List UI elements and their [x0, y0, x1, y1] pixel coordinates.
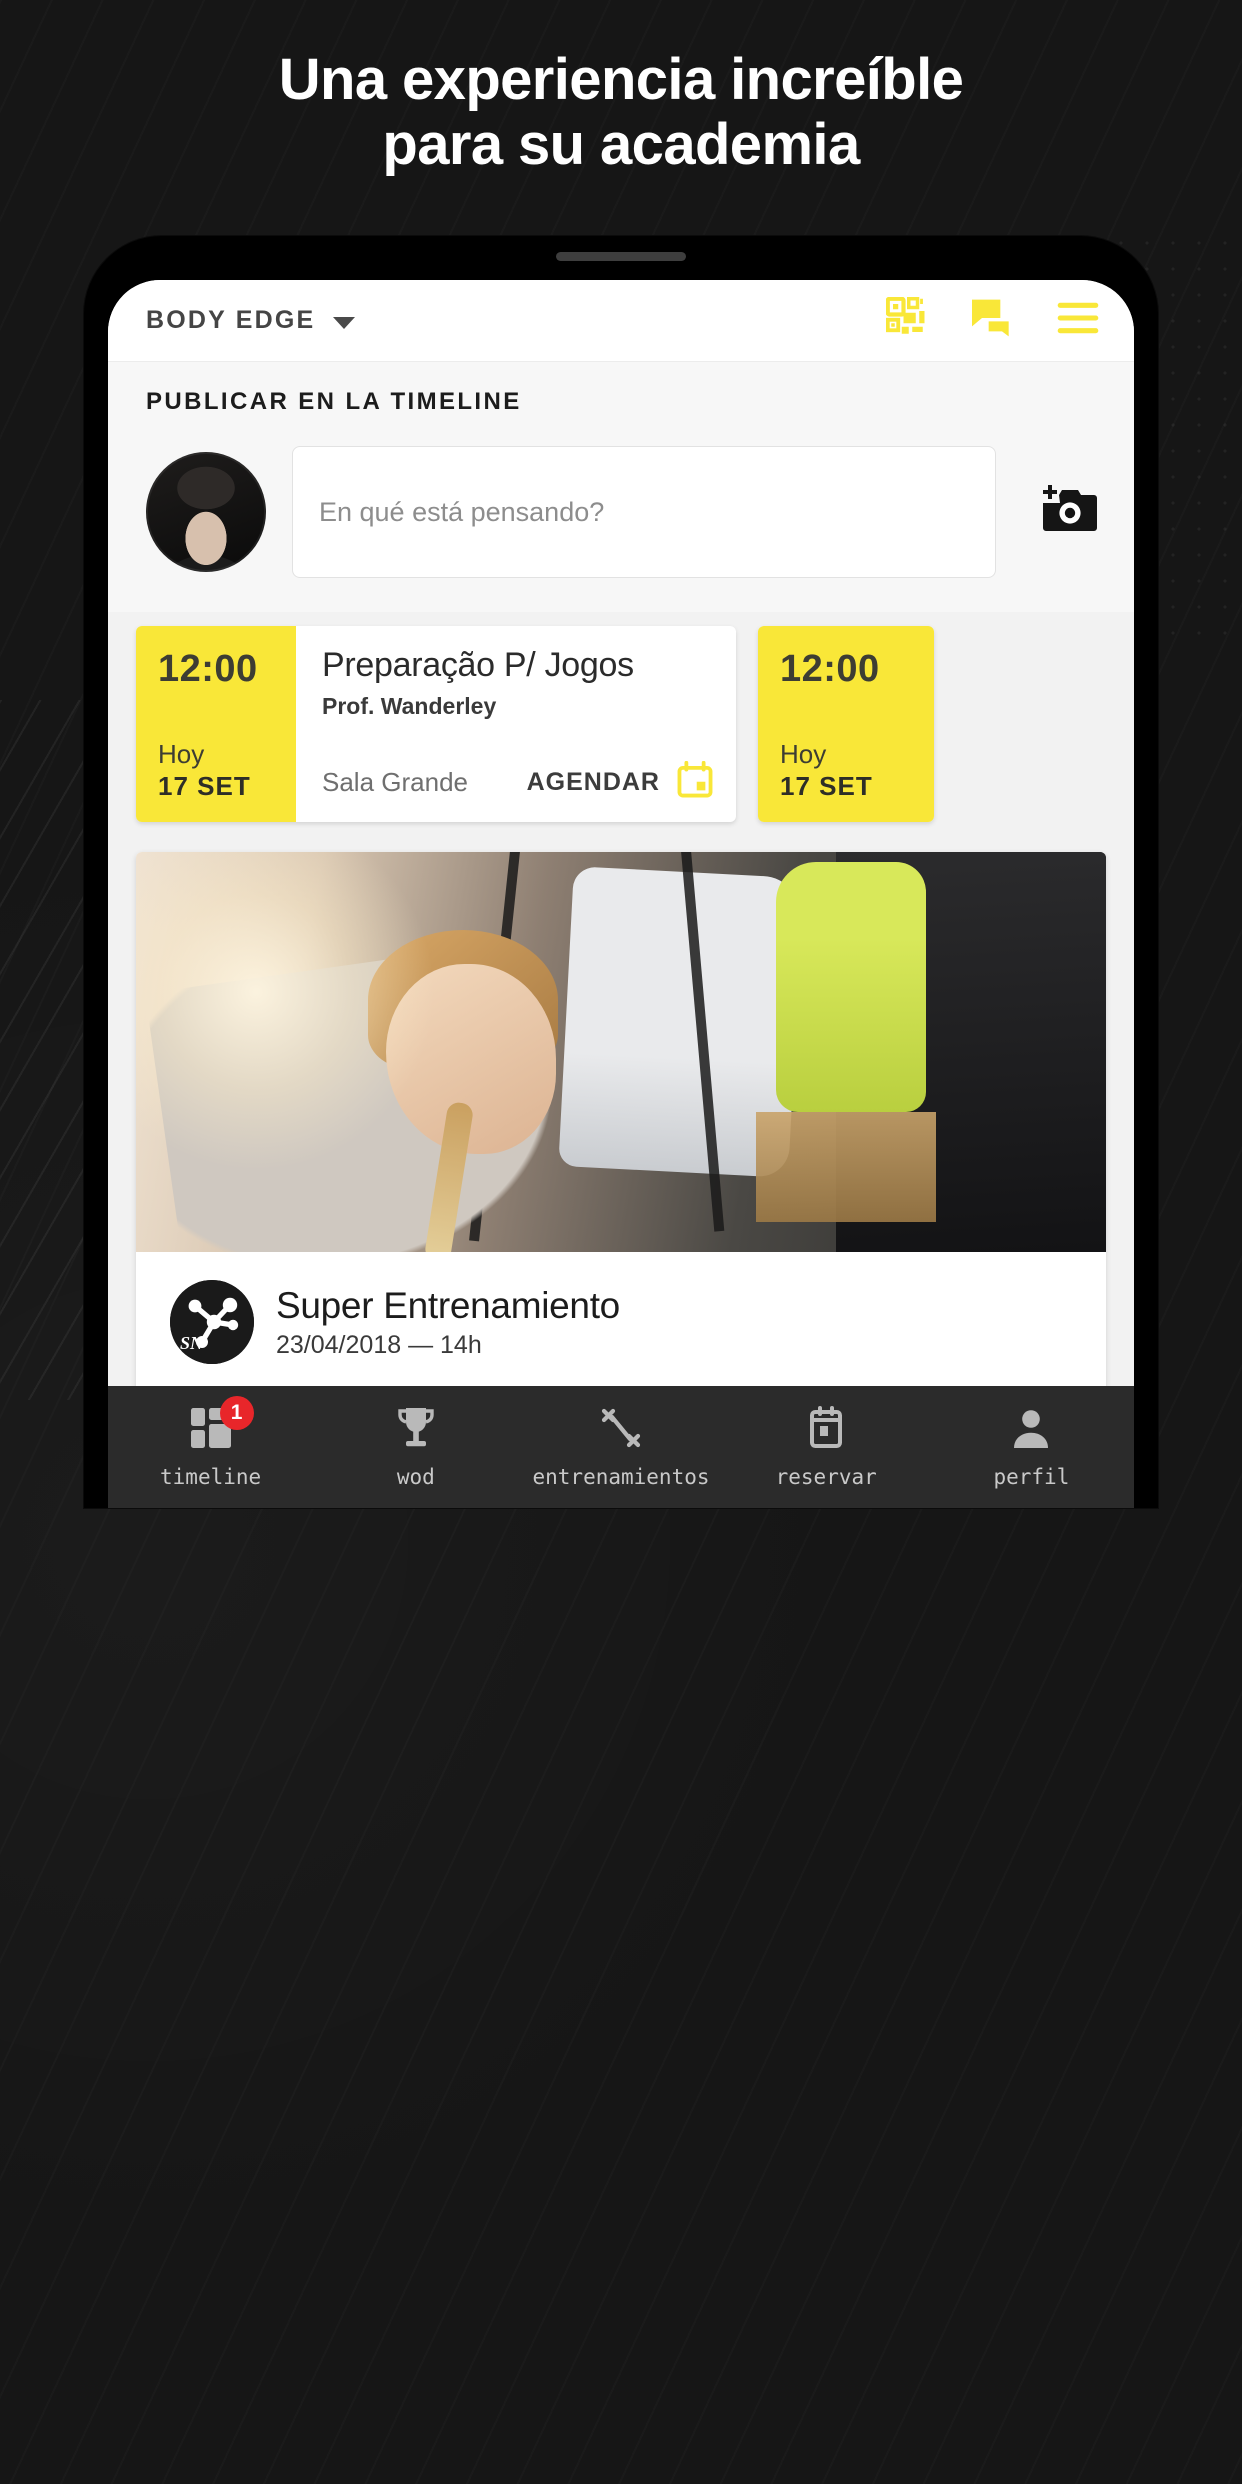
bottom-navigation: 1 timeline wod entrenamientos reservar p… — [108, 1386, 1134, 1508]
composer-input[interactable]: En qué está pensando? — [292, 446, 996, 578]
schedule-details: Preparação P/ Jogos Prof. Wanderley Sala… — [296, 626, 736, 822]
schedule-card[interactable]: 12:00 Hoy 17 SET — [758, 626, 934, 822]
post-image-flare — [136, 852, 436, 1172]
nav-item-wod[interactable]: wod — [313, 1406, 518, 1489]
calendar-icon — [804, 1405, 848, 1455]
calendar-icon[interactable] — [676, 760, 714, 804]
phone-speaker — [556, 252, 686, 261]
schedule-time: 12:00 — [780, 648, 880, 690]
nav-item-reservar[interactable]: reservar — [724, 1405, 929, 1489]
person-icon — [1009, 1406, 1053, 1455]
schedule-time-block: 12:00 Hoy 17 SET — [758, 626, 934, 822]
promo-headline: Una experiencia increíble para su academ… — [0, 47, 1242, 178]
publish-section-title: PUBLICAR EN LA TIMELINE — [146, 388, 522, 415]
schedule-professor: Prof. Wanderley — [322, 693, 497, 719]
avatar[interactable] — [146, 452, 266, 572]
post-header: SN Super Entrenamiento 23/04/2018 — 14h — [136, 1252, 1106, 1364]
phone-mockup: BODY EDGE PUBLICAR EN LA TIMELINE En qué… — [84, 236, 1158, 1508]
nav-label-reservar: reservar — [775, 1464, 877, 1489]
schedule-card[interactable]: 12:00 Hoy 17 SET Preparação P/ Jogos Pro… — [136, 626, 736, 822]
post-image[interactable] — [136, 852, 1106, 1252]
app-brand-name[interactable]: BODY EDGE — [146, 306, 315, 335]
composer-row: En qué está pensando? — [146, 446, 1100, 578]
phone-screen: BODY EDGE PUBLICAR EN LA TIMELINE En qué… — [108, 280, 1134, 1508]
add-photo-icon[interactable] — [1040, 483, 1100, 542]
chat-icon[interactable] — [970, 298, 1014, 343]
post-author-name: Super Entrenamiento — [276, 1284, 620, 1326]
nav-label-wod: wod — [396, 1464, 435, 1489]
dumbbell-icon — [599, 1406, 643, 1455]
post-image-figure — [776, 862, 926, 1112]
promo-headline-line2: para su academia — [382, 111, 860, 177]
nav-label-timeline: timeline — [160, 1464, 262, 1489]
nav-item-perfil[interactable]: perfil — [929, 1406, 1134, 1489]
schedule-class-title: Preparação P/ Jogos — [322, 646, 634, 684]
nav-label-perfil: perfil — [993, 1464, 1070, 1489]
header-icon-group — [885, 296, 1100, 344]
schedule-book-button[interactable]: AGENDAR — [527, 768, 660, 797]
nav-item-entrenamientos[interactable]: entrenamientos — [518, 1406, 723, 1489]
schedule-time: 12:00 — [158, 648, 258, 690]
post-image-figure — [756, 1112, 936, 1222]
trophy-icon — [394, 1406, 438, 1455]
qr-code-icon[interactable] — [885, 296, 928, 344]
schedule-footer: Sala Grande AGENDAR — [322, 760, 714, 804]
chevron-down-icon[interactable] — [333, 316, 356, 329]
app-header: BODY EDGE — [108, 280, 1134, 362]
schedule-strip[interactable]: 12:00 Hoy 17 SET Preparação P/ Jogos Pro… — [108, 612, 1134, 838]
nav-badge-timeline: 1 — [219, 1395, 254, 1430]
menu-icon[interactable] — [1056, 301, 1100, 340]
promo-headline-line1: Una experiencia increíble — [278, 47, 964, 112]
post-author-logo: SN — [170, 1280, 254, 1364]
schedule-day-label: Hoy — [158, 739, 205, 770]
post-author-logo-text: SN — [180, 1333, 204, 1353]
schedule-day-label: Hoy — [780, 739, 827, 770]
post-author-block: Super Entrenamiento 23/04/2018 — 14h — [276, 1285, 620, 1360]
schedule-room: Sala Grande — [322, 767, 468, 797]
composer-placeholder: En qué está pensando? — [319, 496, 605, 527]
schedule-date: 17 SET — [780, 771, 873, 801]
nav-item-timeline[interactable]: 1 timeline — [108, 1395, 313, 1489]
post-event-datetime: 23/04/2018 — 14h — [276, 1330, 482, 1359]
publish-section: PUBLICAR EN LA TIMELINE En qué está pens… — [108, 362, 1134, 612]
schedule-date: 17 SET — [158, 771, 251, 801]
schedule-time-block: 12:00 Hoy 17 SET — [136, 626, 296, 822]
nav-label-entrenamientos: entrenamientos — [532, 1464, 710, 1489]
